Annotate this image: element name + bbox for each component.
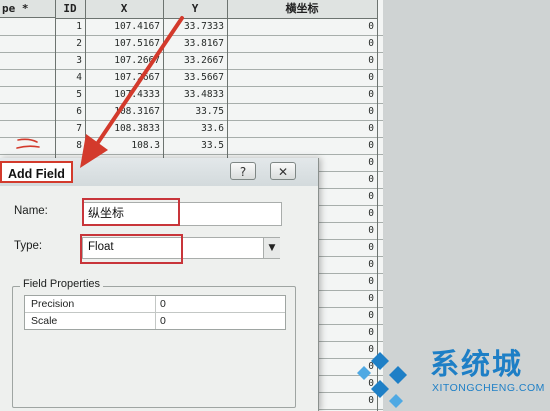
watermark-english: XITONGCHENG.COM [432,382,545,394]
watermark-chinese: 系统城 [430,347,524,381]
